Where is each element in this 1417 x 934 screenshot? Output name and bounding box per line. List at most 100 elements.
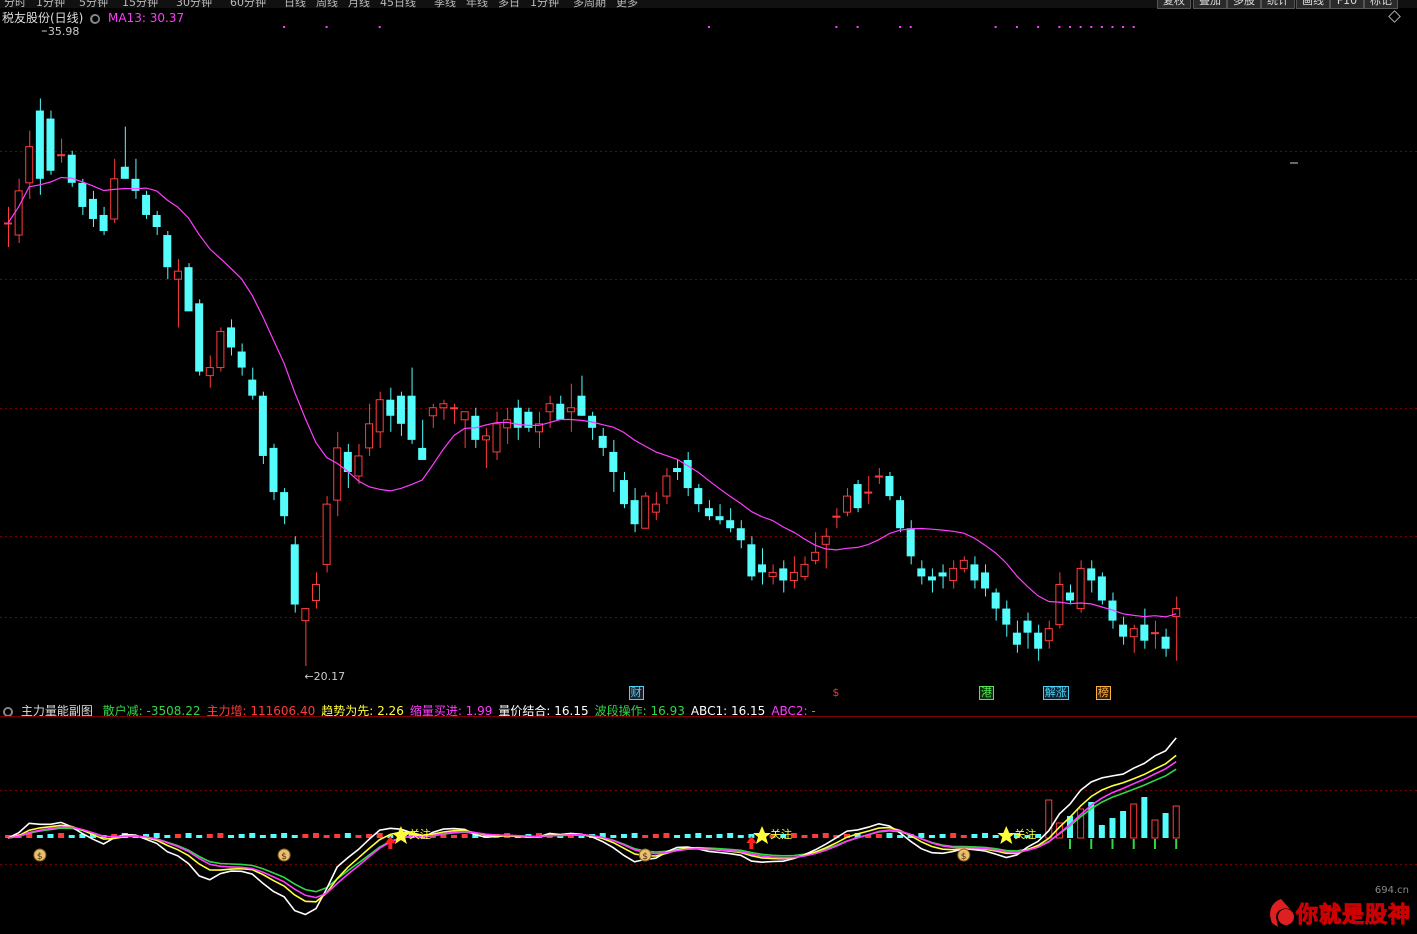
star-icon [997,826,1016,844]
candle [163,231,172,280]
event-flag-2[interactable]: 港 [979,686,995,700]
indicator-chart[interactable]: $ $ $ $ 关注 关注 关注 [0,716,1417,934]
candle-body [779,568,788,581]
candle-body [906,528,915,557]
event-flag-1[interactable]: $ [830,686,842,700]
green-drop-bar [1111,839,1114,849]
candle [4,206,12,248]
candle-body [503,419,512,429]
volume-bar [58,833,65,838]
candle-body [789,571,798,581]
candle [1012,620,1021,653]
volume-bar [1162,813,1169,838]
candle-body [173,270,182,280]
toolbar-button-1[interactable]: 叠加 [1193,0,1227,9]
candle [46,110,55,175]
volume-bar [801,835,808,838]
volume-bar [822,833,829,838]
signal-dot [1090,26,1093,28]
indicator-settings-icon[interactable]: ● [3,706,13,717]
signal-dot [283,26,286,28]
volume-bar [281,833,288,838]
volume-bar [312,833,319,838]
volume-bar [695,833,702,838]
candlestick-chart[interactable]: 35.98 ←20.17 [0,0,1417,700]
toolbar-button-4[interactable]: 画线 [1296,0,1330,9]
candle [333,431,342,517]
candle-body [205,367,214,377]
candle [598,427,607,456]
volume-bar [950,833,957,838]
candle [524,407,533,432]
volume-bar [1151,819,1159,839]
candle-body [301,608,310,622]
volume-bar [344,833,351,838]
candle-body [152,214,161,228]
candle-body [481,435,490,441]
star-label: 关注 [409,827,431,841]
candle-body [917,568,926,577]
candle [619,472,628,509]
candle-body [450,407,459,410]
toolbar-button-6[interactable]: 标记 [1364,0,1398,9]
candle-body [227,327,236,348]
volume-bar [684,834,691,838]
candle [1119,616,1128,645]
toolbar-button-3[interactable]: 统计 [1261,0,1295,9]
toolbar-button-0[interactable]: 复权 [1157,0,1191,9]
volume-bar [68,835,75,838]
candle [874,467,883,485]
candle [885,472,894,501]
volume-bar [1098,825,1105,838]
candle-body [970,564,979,581]
event-flag-3[interactable]: 解涨 [1042,686,1069,700]
candle [853,480,862,513]
candle-body [853,484,862,509]
candle [418,419,427,460]
candle [896,496,905,533]
volume-bar [642,835,649,838]
candle-body [619,480,628,505]
candle-body [694,488,703,505]
candle-body [927,576,936,581]
candle [927,568,936,593]
volume-bar [1109,818,1116,838]
candle-body [365,423,374,449]
candle-body [88,198,97,219]
candle [428,403,437,428]
green-drop-bar [1132,839,1135,849]
logo-mark-icon [1270,899,1294,927]
signal-dot [1037,26,1040,28]
toolbar-button-2[interactable]: 多股 [1227,0,1261,9]
candle-body [885,476,894,497]
toolbar-button-5[interactable]: F10 [1330,0,1364,9]
volume-bar [939,834,946,838]
volume-bar [727,833,734,838]
candle [120,126,129,179]
candle [662,467,671,505]
money-bag-symbol: $ [37,852,43,862]
candle-body [747,544,756,577]
signal-dot [1111,26,1114,28]
candle-body [821,535,830,545]
event-flag-0[interactable]: 财 [628,686,644,700]
candle [970,556,979,589]
candle-body [1044,628,1053,642]
volume-bar [302,834,309,838]
candle-body [641,495,650,529]
ma13-line [7,176,1177,618]
candle [343,443,352,489]
event-flag-4[interactable]: 榜 [1095,686,1111,700]
signal-dot [378,26,381,28]
candle [1087,560,1096,593]
candle-body [237,351,246,368]
money-bag-symbol: $ [642,852,648,862]
wave-line-white [7,737,1177,916]
volume-bar [620,834,627,838]
up-arrow-icon [746,836,757,849]
candle-body [428,407,437,417]
candle-body [460,411,469,421]
volume-bar [705,835,712,838]
candle [99,206,108,236]
candle-body [25,146,34,184]
